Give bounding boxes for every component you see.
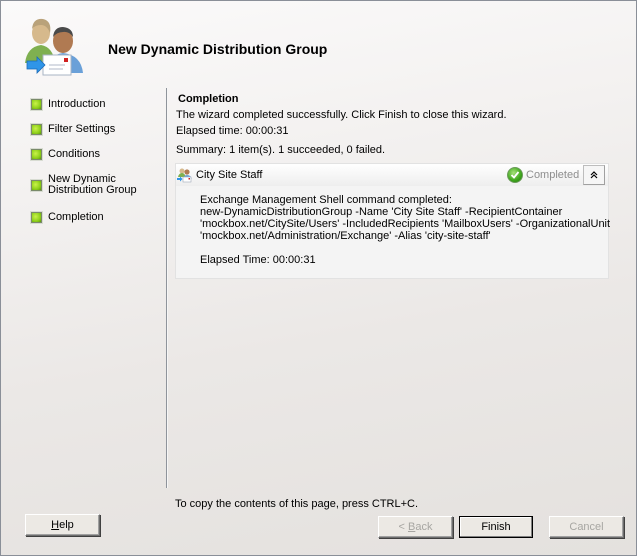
finish-button[interactable]: Finish (459, 516, 533, 538)
nav-step-new-dynamic-distribution-group: New Dynamic Distribution Group (31, 174, 137, 196)
command-line: new-DynamicDistributionGroup -Name 'City… (200, 206, 563, 218)
summary-text: Summary: 1 item(s). 1 succeeded, 0 faile… (176, 144, 386, 156)
nav-step-completion: Completion (31, 212, 104, 223)
command-line: 'mockbox.net/CitySite/Users' -IncludedRe… (200, 218, 611, 230)
result-status: Completed (526, 169, 580, 181)
wizard-title: New Dynamic Distribution Group (108, 41, 328, 57)
nav-step-label: Introduction (48, 98, 106, 110)
nav-step-label: Conditions (48, 148, 100, 160)
back-button[interactable]: < Back (378, 516, 453, 538)
wizard-window: New Dynamic Distribution Group Introduct… (0, 0, 637, 556)
back-label-rest: ack (415, 521, 433, 533)
help-label-rest: elp (59, 519, 74, 531)
elapsed-time: Elapsed time: 00:00:31 (176, 125, 289, 137)
distribution-group-icon (177, 167, 193, 183)
dynamic-distribution-group-icon (23, 15, 91, 81)
green-status-bullet-icon (31, 99, 42, 110)
wizard-header: New Dynamic Distribution Group (1, 1, 636, 87)
result-item-header: City Site Staff Completed (176, 164, 608, 186)
nav-step-label: Completion (48, 211, 104, 223)
green-status-bullet-icon (31, 179, 42, 191)
green-status-bullet-icon (31, 149, 42, 160)
nav-step-conditions: Conditions (31, 149, 100, 160)
result-item-details: Exchange Management Shell command comple… (200, 194, 610, 266)
nav-step-label-line2: Distribution Group (48, 184, 137, 196)
page-title: Completion (178, 93, 239, 105)
command-line: Exchange Management Shell command comple… (200, 194, 452, 206)
help-button[interactable]: Help (25, 514, 100, 536)
cancel-button[interactable]: Cancel (549, 516, 624, 538)
green-check-icon (507, 167, 523, 183)
nav-step-introduction: Introduction (31, 99, 105, 110)
green-status-bullet-icon (31, 124, 42, 135)
result-item-name: City Site Staff (196, 169, 263, 181)
nav-step-label: New Dynamic Distribution Group (48, 174, 137, 196)
help-mnemonic: H (51, 519, 60, 531)
nav-divider (166, 88, 168, 488)
copy-hint: To copy the contents of this page, press… (175, 498, 419, 510)
result-elapsed-time: Elapsed Time: 00:00:31 (200, 254, 316, 266)
collapse-result-button[interactable] (583, 165, 605, 185)
completion-message: The wizard completed successfully. Click… (176, 109, 507, 121)
double-chevron-up-icon (590, 171, 598, 179)
back-prefix: < (398, 521, 408, 533)
nav-step-filter-settings: Filter Settings (31, 124, 115, 135)
command-line: 'mockbox.net/Administration/Exchange' -A… (200, 230, 491, 242)
green-status-bullet-icon (31, 212, 42, 223)
result-item-panel: City Site Staff Completed Exchange Manag… (175, 163, 610, 279)
nav-step-label: Filter Settings (48, 123, 116, 135)
